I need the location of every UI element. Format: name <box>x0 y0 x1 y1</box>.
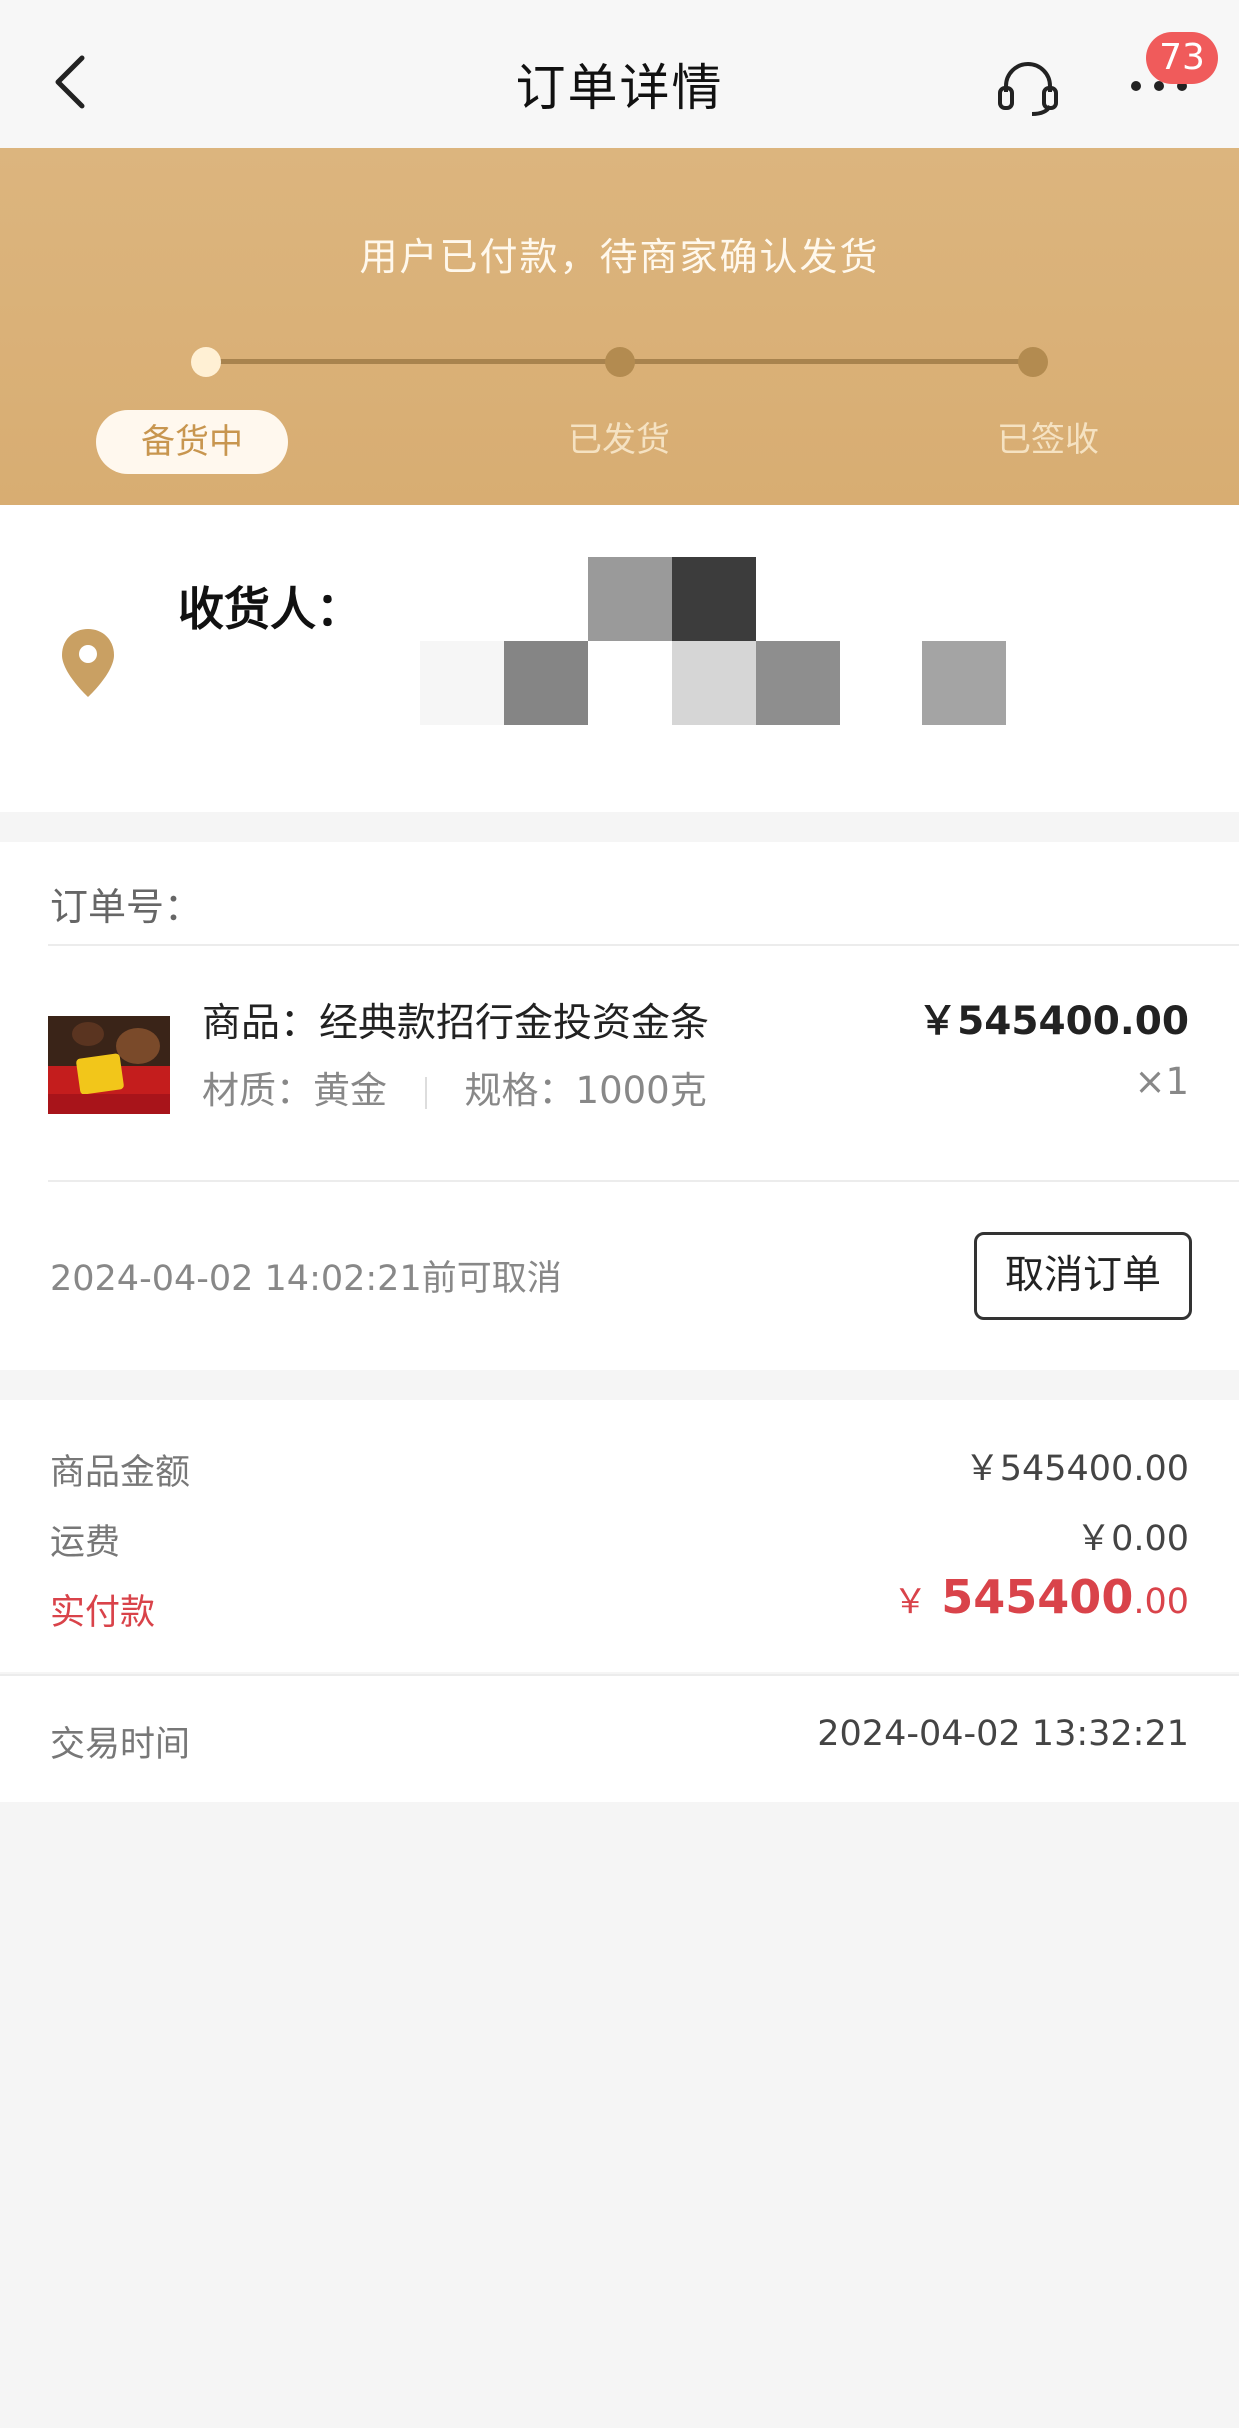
cancel-order-button[interactable]: 取消订单 <box>974 1232 1192 1320</box>
paid-currency-symbol: ￥ <box>893 1582 928 1622</box>
divider <box>48 1180 1239 1182</box>
spec-material: 材质：黄金 <box>202 1069 387 1112</box>
payment-summary-card: 商品金额 ￥545400.00 运费 ￥0.00 实付款 ￥ 545400.00 <box>0 1400 1239 1672</box>
spec-size: 规格：1000克 <box>464 1069 707 1112</box>
step-dot-1 <box>191 347 221 377</box>
order-card: 订单号： 商品：经典款招行金投资金条 材质：黄金 规格：1000克 ￥54540… <box>0 842 1239 1370</box>
location-pin-icon <box>62 629 114 697</box>
order-status-banner: 用户已付款，待商家确认发货 备货中 已发货 已签收 <box>0 148 1239 505</box>
product-quantity: ×1 <box>1134 1060 1189 1103</box>
goods-amount-label: 商品金额 <box>50 1453 191 1493</box>
paid-amount-cents: .00 <box>1133 1582 1189 1622</box>
trade-time-label: 交易时间 <box>50 1725 191 1765</box>
product-name[interactable]: 商品：经典款招行金投资金条 <box>202 992 709 1048</box>
trade-time-value: 2024-04-02 13:32:21 <box>817 1714 1189 1754</box>
recipient-label: 收货人： <box>178 582 362 636</box>
goods-amount-value: ￥545400.00 <box>964 1449 1189 1489</box>
cancel-deadline-text: 2024-04-02 14:02:21前可取消 <box>50 1259 562 1299</box>
shipping-label: 运费 <box>50 1523 121 1563</box>
paid-amount-label: 实付款 <box>50 1593 156 1633</box>
step-label-current: 备货中 <box>96 410 288 474</box>
order-number-label: 订单号： <box>50 885 203 929</box>
product-price: ￥545400.00 <box>918 999 1189 1044</box>
shipping-address-card[interactable]: 收货人： <box>0 505 1239 812</box>
paid-amount-value: ￥ 545400.00 <box>893 1570 1189 1624</box>
step-label-shipped: 已发货 <box>568 420 670 460</box>
headset-icon[interactable] <box>996 56 1060 116</box>
product-thumbnail[interactable] <box>48 1016 170 1114</box>
top-navigation-bar: 订单详情 73 <box>0 0 1239 148</box>
trade-time-row: 交易时间 2024-04-02 13:32:21 <box>0 1674 1239 1802</box>
product-spec: 材质：黄金 规格：1000克 <box>202 1060 707 1114</box>
divider <box>48 944 1239 946</box>
step-dot-3 <box>1018 347 1048 377</box>
spec-divider <box>424 1076 427 1109</box>
step-dot-2 <box>605 347 635 377</box>
notification-badge: 73 <box>1146 32 1218 84</box>
shipping-value: ￥0.00 <box>1076 1519 1189 1559</box>
status-message: 用户已付款，待商家确认发货 <box>359 235 880 279</box>
step-label-received: 已签收 <box>997 420 1099 460</box>
paid-amount-integer: 545400 <box>941 1570 1134 1624</box>
